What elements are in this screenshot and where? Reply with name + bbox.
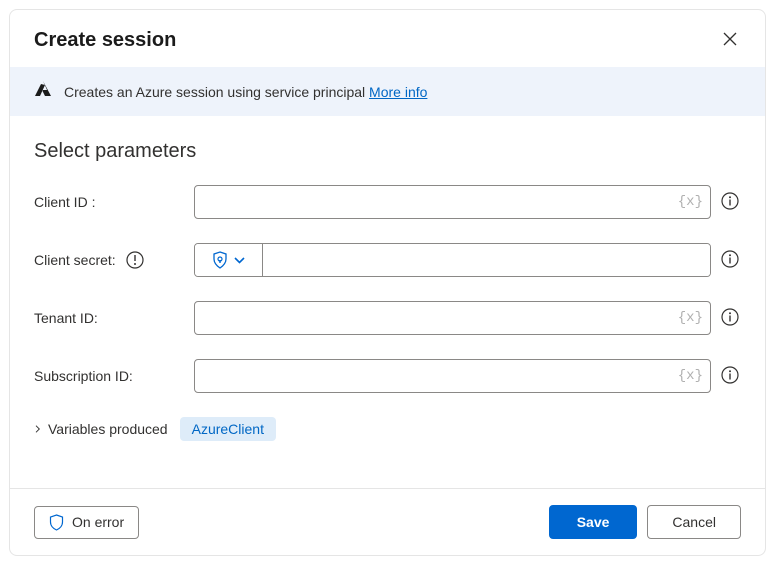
tenant-id-input[interactable]: [194, 301, 711, 335]
banner-text: Creates an Azure session using service p…: [64, 84, 427, 100]
banner-desc: Creates an Azure session using service p…: [64, 84, 365, 100]
on-error-label: On error: [72, 514, 124, 530]
shield-outline-icon: [49, 514, 64, 531]
tenant-id-info-button[interactable]: [719, 306, 741, 331]
close-button[interactable]: [719, 28, 741, 53]
chevron-right-icon: [34, 425, 42, 433]
client-id-row: Client ID : {x}: [34, 185, 741, 219]
info-banner: Creates an Azure session using service p…: [10, 67, 765, 116]
client-id-input[interactable]: [194, 185, 711, 219]
subscription-id-info-button[interactable]: [719, 364, 741, 389]
client-secret-row: Client secret:: [34, 243, 741, 277]
info-icon: [721, 192, 739, 210]
subscription-id-input[interactable]: [194, 359, 711, 393]
variables-produced-label: Variables produced: [48, 421, 168, 437]
subscription-id-wrap: {x}: [194, 359, 711, 393]
dialog-header: Create session: [10, 10, 765, 67]
variables-produced-row: Variables produced AzureClient: [34, 417, 741, 441]
warning-icon: [126, 251, 144, 269]
client-secret-info-button[interactable]: [719, 248, 741, 273]
info-icon: [721, 250, 739, 268]
client-secret-input[interactable]: [263, 244, 710, 276]
tenant-id-label: Tenant ID:: [34, 310, 186, 326]
create-session-dialog: Create session Creates an Azure session …: [9, 9, 766, 556]
client-id-info-button[interactable]: [719, 190, 741, 215]
close-icon: [723, 32, 737, 46]
subscription-id-row: Subscription ID: {x}: [34, 359, 741, 393]
on-error-button[interactable]: On error: [34, 506, 139, 539]
parameters-heading: Select parameters: [34, 140, 741, 163]
dialog-footer: On error Save Cancel: [10, 488, 765, 555]
tenant-id-wrap: {x}: [194, 301, 711, 335]
dialog-title: Create session: [34, 29, 176, 52]
chevron-down-icon: [234, 257, 245, 264]
client-id-wrap: {x}: [194, 185, 711, 219]
shield-icon: [212, 251, 228, 269]
more-info-link[interactable]: More info: [369, 84, 427, 100]
info-icon: [721, 308, 739, 326]
variable-chip[interactable]: AzureClient: [180, 417, 276, 441]
info-icon: [721, 366, 739, 384]
variables-produced-toggle[interactable]: Variables produced: [34, 421, 168, 437]
cancel-button[interactable]: Cancel: [647, 505, 741, 539]
tenant-id-row: Tenant ID: {x}: [34, 301, 741, 335]
save-button[interactable]: Save: [549, 505, 638, 539]
secret-type-dropdown[interactable]: [195, 244, 263, 276]
azure-icon: [34, 81, 52, 102]
client-secret-wrap: [194, 243, 711, 277]
subscription-id-label: Subscription ID:: [34, 368, 186, 384]
client-id-label: Client ID :: [34, 194, 186, 210]
client-secret-label: Client secret:: [34, 251, 186, 269]
client-secret-label-text: Client secret:: [34, 252, 116, 268]
dialog-content: Select parameters Client ID : {x} Client…: [10, 116, 765, 488]
